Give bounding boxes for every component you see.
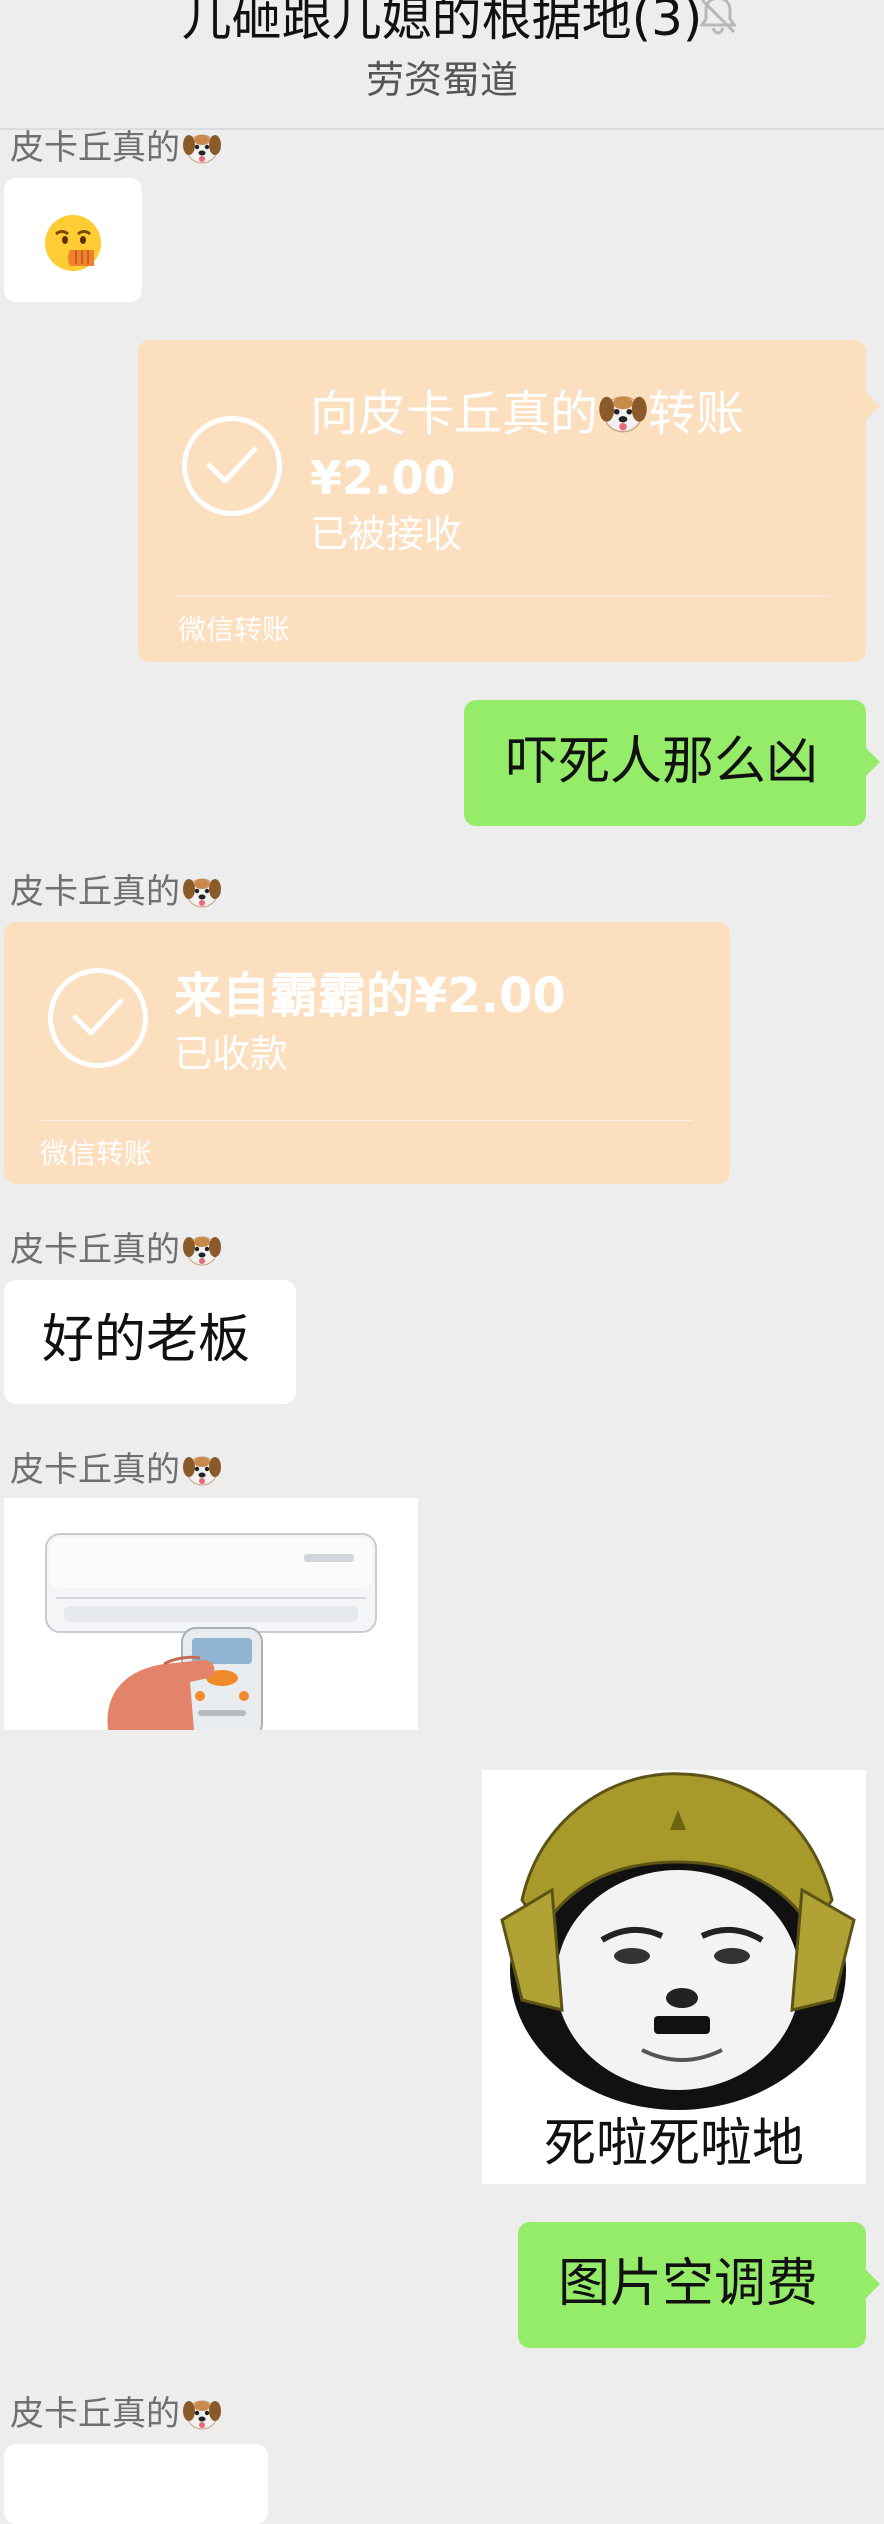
dog-face-icon (182, 1236, 222, 1266)
dog-face-icon (598, 396, 648, 433)
check-circle-icon (182, 416, 282, 516)
outgoing-text-bubble[interactable]: 吓死人那么凶 (464, 700, 866, 826)
outgoing-transfer-card[interactable]: 向皮卡丘真的 转账 ¥2.00 已被接收 微信转账 (138, 340, 866, 662)
outgoing-text-bubble[interactable]: 图片空调费 (518, 2222, 866, 2348)
chat-title: 儿砸跟儿媳的根据地(3) (181, 0, 703, 47)
transfer-status: 已被接收 (310, 512, 463, 556)
check-circle-icon (48, 968, 148, 1068)
incoming-text-bubble[interactable]: 好的老板 (4, 1280, 296, 1404)
dog-face-icon (182, 878, 222, 908)
sender-name: 皮卡丘真的 (10, 870, 222, 914)
transfer-footer: 微信转账 (178, 613, 291, 646)
chat-subtitle: 劳资蜀道 (365, 58, 518, 102)
bubble-tail (866, 748, 880, 776)
panda-meme-sticker[interactable]: 死啦死啦地 (482, 1770, 866, 2184)
air-conditioner-image[interactable] (4, 1498, 418, 1730)
chat-header: 儿砸跟儿媳的根据地(3) 劳资蜀道 (0, 0, 884, 130)
bubble-tail (866, 392, 880, 420)
panda-meme-soldier-hat-illustration (500, 1772, 856, 2110)
dog-face-icon (182, 2400, 222, 2430)
transfer-divider (38, 1120, 694, 1121)
hand-over-mouth-emoji-icon (45, 215, 101, 271)
emoji-message-bubble[interactable] (4, 178, 142, 302)
dog-face-icon (182, 1456, 222, 1486)
transfer-divider (174, 596, 830, 597)
transfer-footer: 微信转账 (40, 1137, 153, 1170)
bubble-tail (866, 2270, 880, 2298)
sticker-caption: 死啦死啦地 (543, 2114, 804, 2174)
transfer-title: 向皮卡丘真的 转账 (310, 386, 745, 442)
bell-off-icon (699, 0, 737, 35)
incoming-partial-bubble[interactable] (4, 2444, 268, 2524)
transfer-status: 已收款 (174, 1032, 289, 1076)
sender-name: 皮卡丘真的 (10, 1448, 222, 1492)
dog-face-icon (182, 134, 222, 164)
sender-name: 皮卡丘真的 (10, 2392, 222, 2436)
sender-name: 皮卡丘真的 (10, 1228, 222, 1272)
transfer-title: 来自霸霸的¥2.00 (174, 968, 566, 1024)
incoming-transfer-card[interactable]: 来自霸霸的¥2.00 已收款 微信转账 (4, 922, 730, 1184)
sender-name: 皮卡丘真的 (10, 126, 222, 170)
air-conditioner-with-remote-illustration (45, 1533, 377, 1730)
transfer-amount: ¥2.00 (310, 451, 456, 505)
